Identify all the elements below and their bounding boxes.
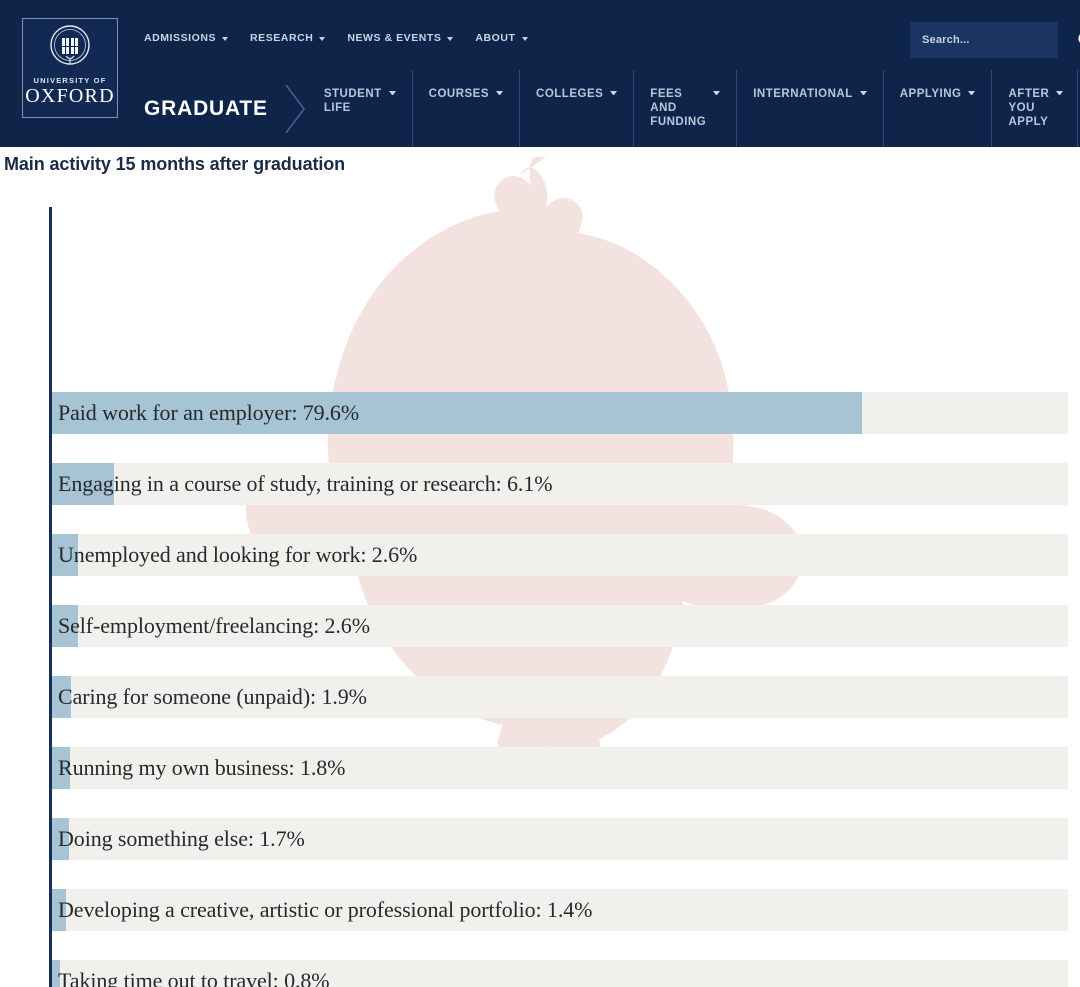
bar-label: Self-employment/freelancing: 2.6% — [58, 613, 370, 638]
top-nav-label: ABOUT — [475, 32, 516, 44]
nav-item-label: COLLEGES — [536, 88, 604, 100]
top-nav-label: ADMISSIONS — [144, 32, 217, 44]
chevron-down-icon — [1056, 91, 1064, 95]
bar-label: Taking time out to travel: 0.8% — [58, 968, 330, 987]
chevron-down-icon — [319, 37, 326, 41]
nav-item-applying[interactable]: APPLYING — [882, 70, 992, 147]
nav-item-label: AFTER YOU APPLY — [1008, 88, 1050, 128]
bar-row: Engaging in a course of study, training … — [52, 463, 1068, 505]
nav-item-label: COURSES — [428, 88, 490, 100]
bar-row: Developing a creative, artistic or profe… — [52, 889, 1068, 931]
nav-item-label: INTERNATIONAL — [753, 88, 853, 100]
chevron-down-icon — [713, 91, 721, 95]
top-nav-label: RESEARCH — [250, 32, 314, 44]
nav-item-label: FEES AND FUNDING — [650, 88, 707, 128]
chevron-down-icon — [521, 37, 528, 41]
bar-label: Developing a creative, artistic or profe… — [58, 897, 593, 922]
search-box[interactable] — [910, 22, 1080, 58]
top-nav-item-research[interactable]: RESEARCH — [250, 32, 326, 44]
bar-row: Running my own business: 1.8% — [52, 747, 1068, 789]
chevron-down-icon — [496, 91, 504, 95]
main-nav: GRADUATE STUDENT LIFE COURSES COLLEGES F… — [0, 70, 1080, 147]
bar-label: Doing something else: 1.7% — [58, 826, 305, 851]
site-header: UNIVERSITY OF OXFORD ADMISSIONS RESEARCH… — [0, 0, 1080, 147]
bar-chart-plot: Paid work for an employer: 79.6% Engaging… — [0, 147, 1080, 987]
search-input[interactable] — [920, 33, 1077, 47]
nav-item-international[interactable]: INTERNATIONAL — [736, 70, 883, 147]
chevron-down-icon — [610, 91, 618, 95]
nav-item-student-life[interactable]: STUDENT LIFE — [310, 70, 412, 147]
nav-item-label: STUDENT LIFE — [323, 88, 382, 114]
bar-row: Doing something else: 1.7% — [52, 818, 1068, 860]
top-utility-nav: ADMISSIONS RESEARCH NEWS & EVENTS ABOUT — [144, 32, 528, 44]
bar-row: Taking time out to travel: 0.8% — [52, 960, 1068, 987]
nav-item-label: APPLYING — [899, 88, 962, 100]
bar-row: Self-employment/freelancing: 2.6% — [52, 605, 1068, 647]
bar-row: Unemployed and looking for work: 2.6% — [52, 534, 1068, 576]
bar-label: Engaging in a course of study, training … — [58, 471, 553, 496]
top-nav-item-about[interactable]: ABOUT — [475, 32, 528, 44]
chevron-down-icon — [859, 91, 867, 95]
bar-label: Unemployed and looking for work: 2.6% — [58, 542, 418, 567]
bar-row: Paid work for an employer: 79.6% — [52, 392, 1068, 434]
top-nav-label: NEWS & EVENTS — [347, 32, 442, 44]
chevron-down-icon — [447, 37, 454, 41]
header-inner: UNIVERSITY OF OXFORD ADMISSIONS RESEARCH… — [0, 0, 1080, 147]
nav-item-courses[interactable]: COURSES — [411, 70, 519, 147]
y-axis-line — [49, 207, 52, 987]
bar-row: Caring for someone (unpaid): 1.9% — [52, 676, 1068, 718]
bar-label: Caring for someone (unpaid): 1.9% — [58, 684, 367, 709]
top-nav-item-news-events[interactable]: NEWS & EVENTS — [347, 32, 454, 44]
oxford-crest-icon — [50, 25, 90, 65]
nav-item-after-you-apply[interactable]: AFTER YOU APPLY — [991, 70, 1077, 147]
chevron-down-icon — [388, 91, 396, 95]
nav-item-fees-and-funding[interactable]: FEES AND FUNDING — [633, 70, 736, 147]
bar-label: Running my own business: 1.8% — [58, 755, 346, 780]
chevron-down-icon — [222, 37, 229, 41]
breadcrumb-chevron-icon — [282, 70, 310, 147]
top-nav-item-admissions[interactable]: ADMISSIONS — [144, 32, 229, 44]
chevron-down-icon — [968, 91, 976, 95]
brand-graduate[interactable]: GRADUATE — [144, 70, 282, 147]
bar-label: Paid work for an employer: 79.6% — [58, 400, 360, 425]
nav-item-colleges[interactable]: COLLEGES — [519, 70, 633, 147]
chart-panel: Main activity 15 months after graduation… — [0, 147, 1080, 987]
